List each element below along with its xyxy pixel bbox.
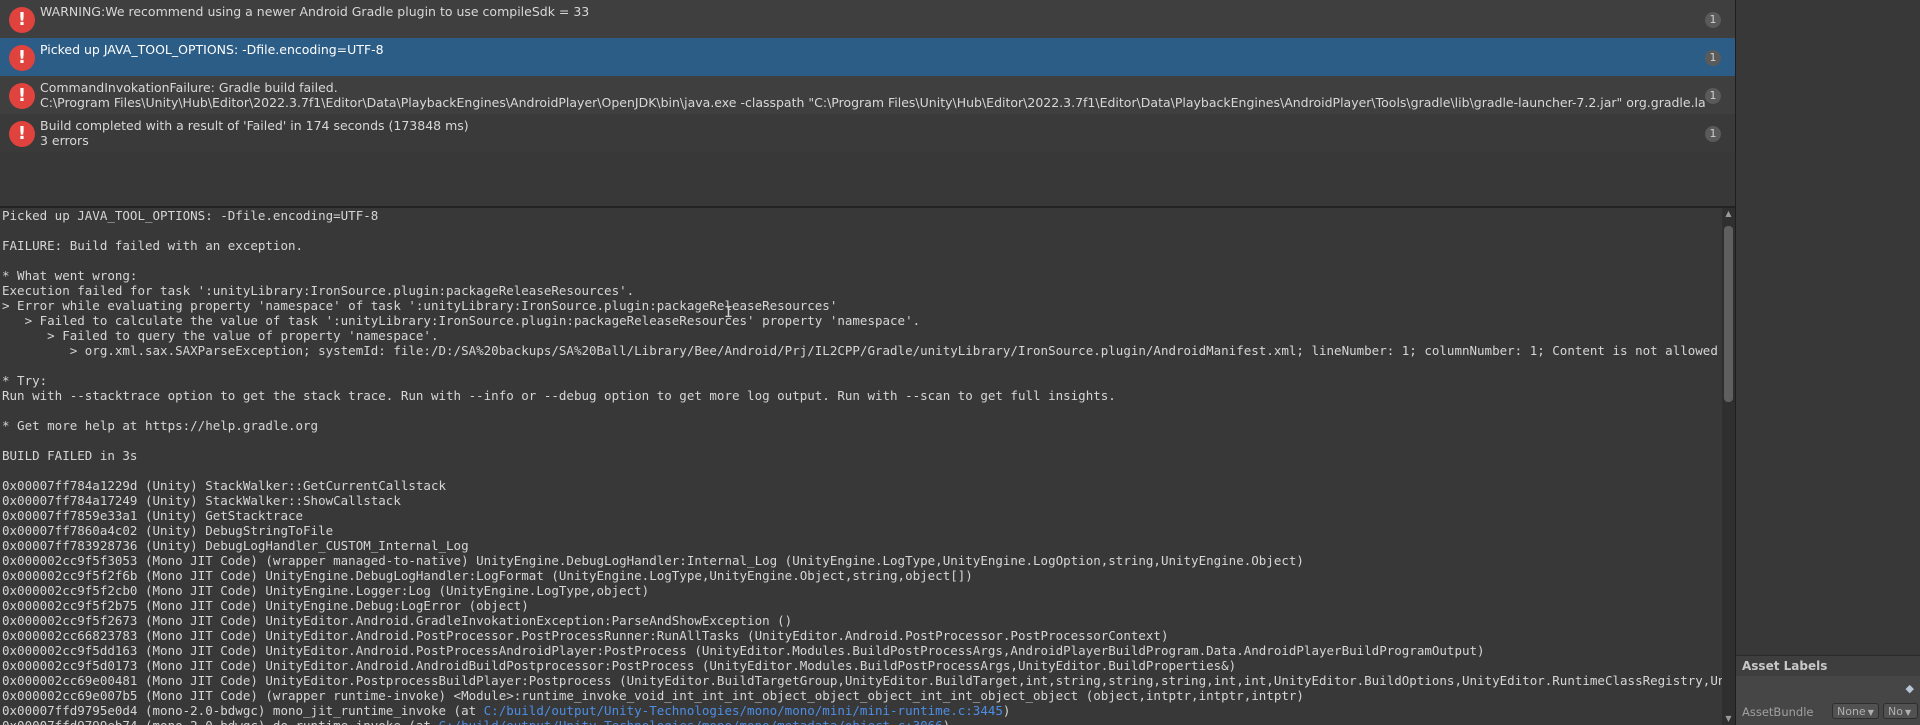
chevron-down-icon: ▼: [1867, 708, 1874, 717]
console-entry-text: CommandInvokationFailure: Gradle build f…: [40, 80, 1705, 110]
console-entry-line1: Build completed with a result of 'Failed…: [40, 118, 469, 133]
count-badge: 1: [1705, 126, 1721, 142]
asset-labels-body: ◆ AssetBundle None ▼ No ▼: [1736, 676, 1920, 725]
detail-line: 0x000002cc9f5f2cb0 (Mono JIT Code) Unity…: [2, 583, 650, 598]
text-cursor-icon: I: [724, 303, 734, 321]
scroll-thumb[interactable]: [1724, 226, 1733, 402]
console-entry[interactable]: ! Build completed with a result of 'Faile…: [0, 114, 1735, 152]
detail-line-text: 0x00007ffd9795e0d4 (mono-2.0-bdwgc) mono…: [2, 703, 484, 718]
console-entry-text: WARNING:We recommend using a newer Andro…: [40, 4, 1705, 19]
detail-line: * What went wrong:: [2, 268, 138, 283]
error-icon: !: [9, 7, 35, 33]
detail-line: Picked up JAVA_TOOL_OPTIONS: -Dfile.enco…: [2, 208, 379, 223]
detail-line: 0x000002cc9f5f2b75 (Mono JIT Code) Unity…: [2, 598, 529, 613]
asset-labels-header[interactable]: Asset Labels: [1736, 655, 1920, 676]
detail-line: 0x00007ffd9799eb74 (mono-2.0-bdwgc) do_r…: [2, 718, 1722, 725]
detail-line: > Error while evaluating property 'names…: [2, 298, 838, 313]
assetbundle-label: AssetBundle: [1742, 705, 1814, 719]
console-entry-line1: CommandInvokationFailure: Gradle build f…: [40, 80, 338, 95]
count-badge: 1: [1705, 50, 1721, 66]
detail-line: 0x000002cc9f5f2f6b (Mono JIT Code) Unity…: [2, 568, 973, 583]
detail-line: 0x00007ff784a17249 (Unity) StackWalker::…: [2, 493, 401, 508]
detail-line: ​: [2, 463, 1722, 478]
error-icon: !: [9, 45, 35, 71]
scroll-up-icon[interactable]: ▲: [1722, 208, 1735, 220]
error-icon: !: [9, 83, 35, 109]
detail-line: ​: [2, 433, 1722, 448]
error-icon: !: [9, 121, 35, 147]
detail-line: > org.xml.sax.SAXParseException; systemI…: [2, 343, 1722, 358]
detail-line: 0x00007ff783928736 (Unity) DebugLogHandl…: [2, 538, 469, 553]
detail-line: Execution failed for task ':unityLibrary…: [2, 283, 635, 298]
console-entry-line2: C:\Program Files\Unity\Hub\Editor\2022.3…: [40, 95, 1705, 110]
detail-line: ​: [2, 253, 1722, 268]
asset-labels-title: Asset Labels: [1742, 659, 1828, 673]
variant-dropdown[interactable]: No ▼: [1883, 703, 1918, 719]
console-log-list: ! WARNING:We recommend using a newer Andr…: [0, 0, 1735, 153]
console-entry[interactable]: ! WARNING:We recommend using a newer Andr…: [0, 0, 1735, 38]
variant-dropdown-value: No: [1888, 705, 1903, 718]
detail-line: 0x000002cc9f5d0173 (Mono JIT Code) Unity…: [2, 658, 1237, 673]
detail-line: 0x00007ff784a1229d (Unity) StackWalker::…: [2, 478, 447, 493]
assetbundle-dropdown-value: None: [1837, 705, 1866, 718]
detail-line: 0x00007ff7859e33a1 (Unity) GetStacktrace: [2, 508, 304, 523]
console-entry-text: Build completed with a result of 'Failed…: [40, 118, 1705, 148]
detail-line: > Failed to query the value of property …: [2, 328, 439, 343]
console-entry-text: Picked up JAVA_TOOL_OPTIONS: -Dfile.enco…: [40, 42, 1705, 57]
detail-line: 0x000002cc69e007b5 (Mono JIT Code) (wrap…: [2, 688, 1304, 703]
assetbundle-dropdown[interactable]: None ▼: [1832, 703, 1879, 719]
detail-line: BUILD FAILED in 3s: [2, 448, 138, 463]
detail-line: 0x000002cc9f5f3053 (Mono JIT Code) (wrap…: [2, 553, 1304, 568]
detail-line-text: ): [943, 718, 951, 725]
log-detail-pane: Picked up JAVA_TOOL_OPTIONS: -Dfile.enco…: [0, 208, 1722, 725]
detail-line: 0x000002cc9f5f2673 (Mono JIT Code) Unity…: [2, 613, 793, 628]
detail-line: ​: [2, 223, 1722, 238]
inspector-panel: Asset Labels ◆ AssetBundle None ▼ No ▼: [1736, 0, 1920, 725]
detail-line: ​: [2, 403, 1722, 418]
detail-line: ​: [2, 358, 1722, 373]
console-entry-line1: WARNING:We recommend using a newer Andro…: [40, 4, 590, 19]
detail-line: > Failed to calculate the value of task …: [2, 313, 921, 328]
tag-icon[interactable]: ◆: [1906, 682, 1914, 695]
detail-line: 0x000002cc66823783 (Mono JIT Code) Unity…: [2, 628, 1169, 643]
source-link[interactable]: C:/build/output/Unity-Technologies/mono/…: [439, 718, 943, 725]
chevron-down-icon: ▼: [1904, 708, 1912, 717]
count-badge: 1: [1705, 88, 1721, 104]
detail-line: * Get more help at https://help.gradle.o…: [2, 418, 319, 433]
scroll-down-icon[interactable]: ▼: [1722, 713, 1735, 725]
log-detail-text: Picked up JAVA_TOOL_OPTIONS: -Dfile.enco…: [2, 208, 1722, 725]
detail-line: 0x000002cc69e00481 (Mono JIT Code) Unity…: [2, 673, 1722, 688]
console-entry-line1: Picked up JAVA_TOOL_OPTIONS: -Dfile.enco…: [40, 42, 384, 57]
detail-line: Run with --stacktrace option to get the …: [2, 388, 1116, 403]
detail-line-text: 0x00007ffd9799eb74 (mono-2.0-bdwgc) do_r…: [2, 718, 439, 725]
detail-line-text: ): [1002, 703, 1011, 718]
detail-line: 0x00007ff7860a4c02 (Unity) DebugStringTo…: [2, 523, 334, 538]
console-entry[interactable]: ! Picked up JAVA_TOOL_OPTIONS: -Dfile.enc…: [0, 38, 1735, 76]
detail-line: 0x00007ffd9795e0d4 (mono-2.0-bdwgc) mono…: [2, 703, 1722, 718]
detail-line: 0x000002cc9f5dd163 (Mono JIT Code) Unity…: [2, 643, 1485, 658]
console-entry-line2: 3 errors: [40, 133, 89, 148]
console-entry[interactable]: ! CommandInvokationFailure: Gradle build …: [0, 76, 1735, 114]
detail-scrollbar[interactable]: ▲ ▼: [1722, 208, 1735, 725]
detail-line: * Try:: [2, 373, 48, 388]
detail-line: FAILURE: Build failed with an exception.: [2, 238, 304, 253]
count-badge: 1: [1705, 12, 1721, 28]
source-link[interactable]: C:/build/output/Unity-Technologies/mono/…: [484, 703, 1003, 718]
